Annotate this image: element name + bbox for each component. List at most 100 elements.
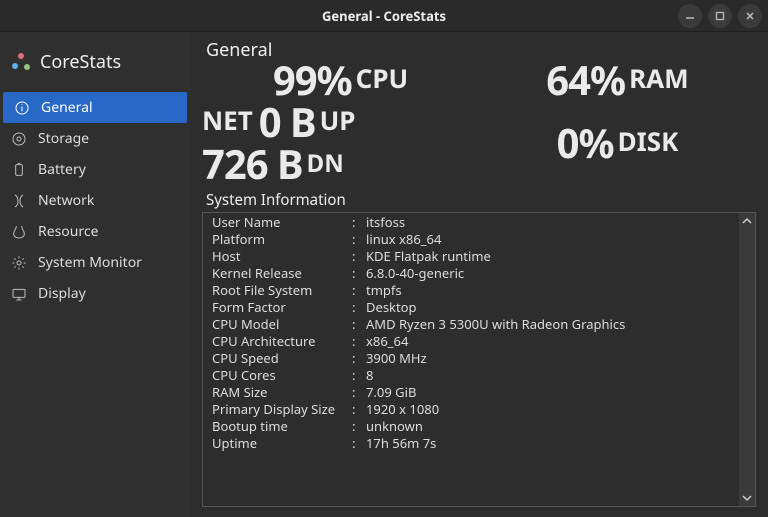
sysinfo-scroll-area[interactable]: User Name:itsfossPlatform:linux x86_64Ho… [204,214,739,505]
sysinfo-sep: : [352,401,366,418]
sysinfo-key: CPU Cores [212,367,352,384]
minimize-icon [684,10,696,22]
window-maximize-button[interactable] [708,4,732,28]
sysinfo-key: User Name [212,214,352,231]
sysinfo-value: linux x86_64 [366,231,731,248]
network-icon [10,192,28,210]
sidebar-item-network[interactable]: Network [0,185,190,216]
monitor-icon [10,285,28,303]
sysinfo-sep: : [352,367,366,384]
sysinfo-row: Form Factor:Desktop [204,299,739,316]
sysinfo-value: 17h 56m 7s [366,435,731,452]
sidebar-item-label: Display [38,284,86,303]
sysinfo-row: Primary Display Size:1920 x 1080 [204,401,739,418]
resource-icon [10,223,28,241]
scroll-down-button[interactable] [739,490,755,506]
sysinfo-sep: : [352,333,366,350]
sidebar-item-label: Battery [38,160,86,179]
sidebar-item-label: System Monitor [38,253,142,272]
stat-net-up-label: UP [320,102,356,138]
sysinfo-key: CPU Model [212,316,352,333]
sidebar-item-storage[interactable]: Storage [0,123,190,154]
sysinfo-row: RAM Size:7.09 GiB [204,384,739,401]
chevron-up-icon [742,216,752,226]
window-controls [678,4,762,28]
sysinfo-heading: System Information [202,190,756,210]
window-titlebar: General - CoreStats [0,0,768,32]
window-title: General - CoreStats [322,7,446,25]
chevron-down-icon [742,493,752,503]
sidebar-item-system-monitor[interactable]: System Monitor [0,247,190,278]
stat-net: NET 0 B UP 726 B DN [202,102,479,184]
info-icon [13,99,31,117]
sysinfo-row: CPU Model:AMD Ryzen 3 5300U with Radeon … [204,316,739,333]
sysinfo-row: Platform:linux x86_64 [204,231,739,248]
sysinfo-row: Host:KDE Flatpak runtime [204,248,739,265]
sysinfo-sep: : [352,350,366,367]
sysinfo-row: Bootup time:unknown [204,418,739,435]
window-close-button[interactable] [738,4,762,28]
sysinfo-key: RAM Size [212,384,352,401]
stat-net-prefix: NET [202,102,253,138]
sidebar-item-display[interactable]: Display [0,278,190,309]
sysinfo-sep: : [352,282,366,299]
sidebar-item-label: Resource [38,222,99,241]
sidebar-item-label: Network [38,191,94,210]
sidebar-item-resource[interactable]: Resource [0,216,190,247]
sidebar-item-label: Storage [38,129,89,148]
stat-cpu: 99% CPU [202,60,479,100]
maximize-icon [714,10,726,22]
sysinfo-sep: : [352,418,366,435]
stat-cpu-label: CPU [356,60,409,96]
sysinfo-key: Kernel Release [212,265,352,282]
sysinfo-value: itsfoss [366,214,731,231]
stat-disk-value: 0% [557,123,614,163]
sysinfo-value: KDE Flatpak runtime [366,248,731,265]
scrollbar[interactable] [739,213,755,506]
sysinfo-row: Kernel Release:6.8.0-40-generic [204,265,739,282]
sysinfo-value: 7.09 GiB [366,384,731,401]
sysinfo-key: Root File System [212,282,352,299]
sysinfo-key: CPU Speed [212,350,352,367]
sysinfo-row: Uptime:17h 56m 7s [204,435,739,452]
scroll-up-button[interactable] [739,213,755,229]
sysinfo-value: tmpfs [366,282,731,299]
sysinfo-value: AMD Ryzen 3 5300U with Radeon Graphics [366,316,731,333]
sysinfo-sep: : [352,316,366,333]
sysinfo-key: Bootup time [212,418,352,435]
stat-disk-label: DISK [618,123,679,159]
sysinfo-value: Desktop [366,299,731,316]
sidebar: CoreStats General Storage Battery Networ… [0,32,190,517]
sysinfo-sep: : [352,384,366,401]
sysinfo-value: 8 [366,367,731,384]
sysinfo-sep: : [352,299,366,316]
gear-icon [10,254,28,272]
sidebar-item-battery[interactable]: Battery [0,154,190,185]
stat-net-dn-value: 726 B [202,144,303,184]
sysinfo-key: CPU Architecture [212,333,352,350]
sysinfo-value: x86_64 [366,333,731,350]
app-logo-icon [12,53,30,71]
sidebar-item-general[interactable]: General [3,92,187,123]
sysinfo-value: unknown [366,418,731,435]
sysinfo-key: Host [212,248,352,265]
app-name: CoreStats [40,50,121,74]
close-icon [744,10,756,22]
window-minimize-button[interactable] [678,4,702,28]
sysinfo-value: 6.8.0-40-generic [366,265,731,282]
sysinfo-row: Root File System:tmpfs [204,282,739,299]
main-panel: General 99% CPU 64% RAM NET 0 B UP 726 B… [190,32,768,517]
sysinfo-value: 1920 x 1080 [366,401,731,418]
stat-net-dn-label: DN [307,147,344,180]
sysinfo-key: Uptime [212,435,352,452]
stats-grid: 99% CPU 64% RAM NET 0 B UP 726 B DN 0% [202,60,756,184]
storage-icon [10,130,28,148]
stat-ram-label: RAM [629,60,689,96]
sysinfo-row: CPU Architecture:x86_64 [204,333,739,350]
sysinfo-key: Form Factor [212,299,352,316]
sysinfo-sep: : [352,231,366,248]
stat-ram: 64% RAM [479,60,756,100]
sidebar-item-label: General [41,98,93,117]
sysinfo-sep: : [352,265,366,282]
sysinfo-sep: : [352,435,366,452]
